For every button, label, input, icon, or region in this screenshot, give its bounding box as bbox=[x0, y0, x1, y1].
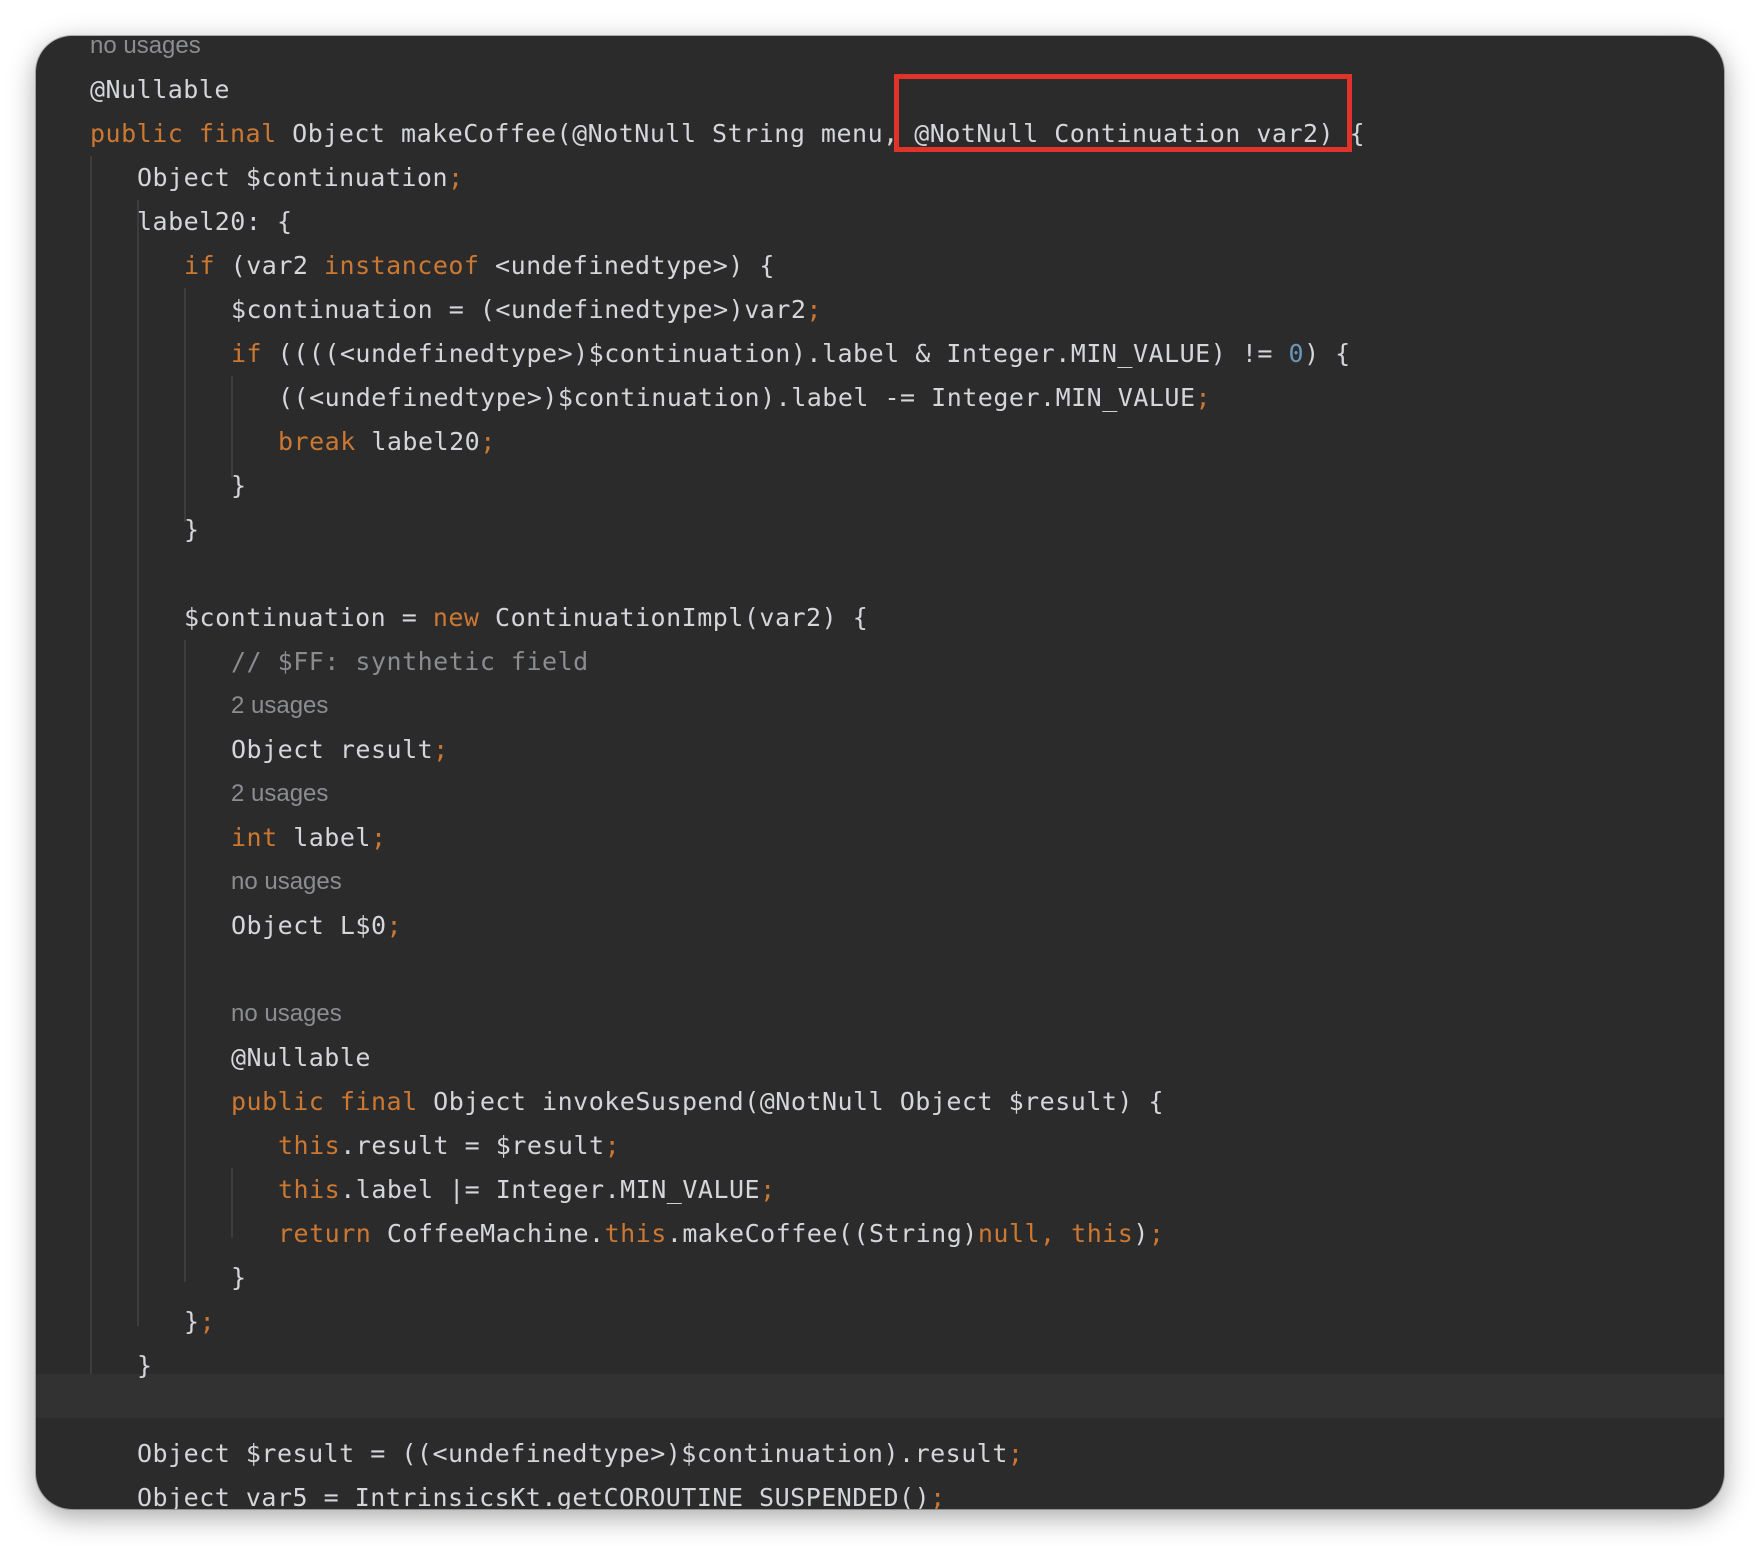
code-line: public final Object invokeSuspend(@NotNu… bbox=[231, 1080, 1164, 1124]
code-token: if bbox=[184, 251, 216, 280]
code-token: ; bbox=[930, 1483, 946, 1509]
code-line: Object $continuation; bbox=[137, 156, 464, 200]
current-line-highlight bbox=[36, 1374, 1724, 1418]
code-token: $continuation = (<undefinedtype>)var2 bbox=[231, 295, 807, 324]
code-token: ; bbox=[433, 735, 449, 764]
code-token: .label |= Integer.MIN_VALUE bbox=[340, 1175, 761, 1204]
code-line: Object var5 = IntrinsicsKt.getCOROUTINE_… bbox=[137, 1476, 946, 1509]
indent-guide bbox=[184, 640, 186, 1282]
code-token: Object result bbox=[231, 735, 434, 764]
code-token: ; bbox=[1195, 383, 1212, 412]
code-token: label bbox=[277, 823, 371, 852]
code-token: int bbox=[231, 823, 278, 852]
usage-hint: 2 usages bbox=[231, 692, 329, 719]
code-token: if bbox=[231, 339, 263, 368]
code-line: int label; bbox=[231, 816, 387, 860]
code-line: } bbox=[231, 1256, 247, 1300]
code-line: label20: { bbox=[137, 200, 293, 244]
code-token: ((((<undefinedtype>)$continuation).label… bbox=[262, 339, 1289, 368]
code-line: Object $result = ((<undefinedtype>)$cont… bbox=[137, 1432, 1023, 1476]
code-token: Object invokeSuspend(@NotNull Object $re… bbox=[417, 1087, 1165, 1116]
code-token: label20: { bbox=[137, 207, 293, 236]
code-line: }; bbox=[184, 1300, 215, 1344]
code-line: } bbox=[184, 508, 200, 552]
usage-hint: no usages bbox=[231, 1000, 342, 1027]
code-token: } bbox=[231, 1263, 247, 1292]
usage-hint: no usages bbox=[90, 36, 201, 59]
code-line: Object L$0; bbox=[231, 904, 402, 948]
code-token: @Nullable bbox=[90, 75, 230, 104]
code-token: label20 bbox=[355, 427, 481, 456]
code-token: ) { bbox=[1304, 339, 1351, 368]
code-token: } bbox=[231, 471, 247, 500]
indent-guide bbox=[137, 200, 139, 1326]
code-token: CoffeeMachine. bbox=[371, 1219, 605, 1248]
code-token: this bbox=[278, 1131, 341, 1160]
code-line: } bbox=[231, 464, 247, 508]
code-token: $continuation = bbox=[184, 603, 433, 632]
code-token: } bbox=[184, 515, 200, 544]
indent-guide bbox=[231, 376, 233, 478]
code-token: Object $result = ((<undefinedtype>)$cont… bbox=[137, 1439, 1008, 1468]
code-token: 0 bbox=[1288, 339, 1305, 368]
code-line: $continuation = (<undefinedtype>)var2; bbox=[231, 288, 822, 332]
code-token: ; bbox=[806, 295, 822, 324]
code-token: null, this bbox=[977, 1219, 1134, 1248]
code-line: // $FF: synthetic field bbox=[231, 640, 589, 684]
code-editor[interactable]: no usages @Nullable public final Object ma… bbox=[36, 36, 1724, 1509]
code-token: ; bbox=[386, 911, 403, 940]
indent-guide bbox=[90, 156, 92, 1374]
code-token: this bbox=[604, 1219, 667, 1248]
code-line: Object result; bbox=[231, 728, 449, 772]
code-token: ; bbox=[199, 1307, 216, 1336]
code-token: this bbox=[278, 1175, 341, 1204]
code-token: break bbox=[278, 427, 356, 456]
code-token: } bbox=[184, 1307, 200, 1336]
code-token: ; bbox=[604, 1131, 621, 1160]
code-token: ; bbox=[448, 163, 464, 192]
code-token: .makeCoffee((String) bbox=[666, 1219, 978, 1248]
code-token: // $FF: synthetic field bbox=[231, 647, 589, 676]
code-line: this.label |= Integer.MIN_VALUE; bbox=[278, 1168, 776, 1212]
usage-hint: 2 usages bbox=[231, 780, 329, 807]
usage-hint: no usages bbox=[231, 868, 342, 895]
code-token: ContinuationImpl(var2) { bbox=[479, 603, 869, 632]
code-token: ; bbox=[760, 1175, 776, 1204]
code-line: break label20; bbox=[278, 420, 496, 464]
code-token: Object L$0 bbox=[231, 911, 387, 940]
code-token: @Nullable bbox=[231, 1043, 371, 1072]
code-token: ; bbox=[1007, 1439, 1024, 1468]
code-line: $continuation = new ContinuationImpl(var… bbox=[184, 596, 868, 640]
code-line: this.result = $result; bbox=[278, 1124, 620, 1168]
code-token: .result = $result bbox=[340, 1131, 605, 1160]
highlight-box bbox=[894, 74, 1352, 152]
code-token: ; bbox=[480, 427, 496, 456]
code-token: Object var5 = IntrinsicsKt.getCOROUTINE_… bbox=[137, 1483, 931, 1509]
code-line: if ((((<undefinedtype>)$continuation).la… bbox=[231, 332, 1351, 376]
code-line: @Nullable bbox=[231, 1036, 371, 1080]
code-token: public final bbox=[90, 119, 277, 148]
code-token: instanceof bbox=[323, 251, 480, 280]
code-line: @Nullable bbox=[90, 68, 230, 112]
code-token: ; bbox=[370, 823, 387, 852]
code-line: return CoffeeMachine.this.makeCoffee((St… bbox=[278, 1212, 1164, 1256]
code-token: Object $continuation bbox=[137, 163, 449, 192]
code-line: if (var2 instanceof <undefinedtype>) { bbox=[184, 244, 775, 288]
code-token: ) bbox=[1133, 1219, 1149, 1248]
indent-guide bbox=[231, 1168, 233, 1238]
code-token: public final bbox=[231, 1087, 418, 1116]
code-token: } bbox=[137, 1351, 153, 1380]
code-line: ((<undefinedtype>)$continuation).label -… bbox=[278, 376, 1211, 420]
code-token: <undefinedtype>) { bbox=[479, 251, 775, 280]
code-token: ; bbox=[1148, 1219, 1165, 1248]
code-token: new bbox=[432, 603, 480, 632]
indent-guide bbox=[184, 288, 186, 522]
code-token: return bbox=[278, 1219, 372, 1248]
code-token: ((<undefinedtype>)$continuation).label -… bbox=[278, 383, 1196, 412]
code-token: (var2 bbox=[215, 251, 324, 280]
code-line: } bbox=[137, 1344, 153, 1388]
